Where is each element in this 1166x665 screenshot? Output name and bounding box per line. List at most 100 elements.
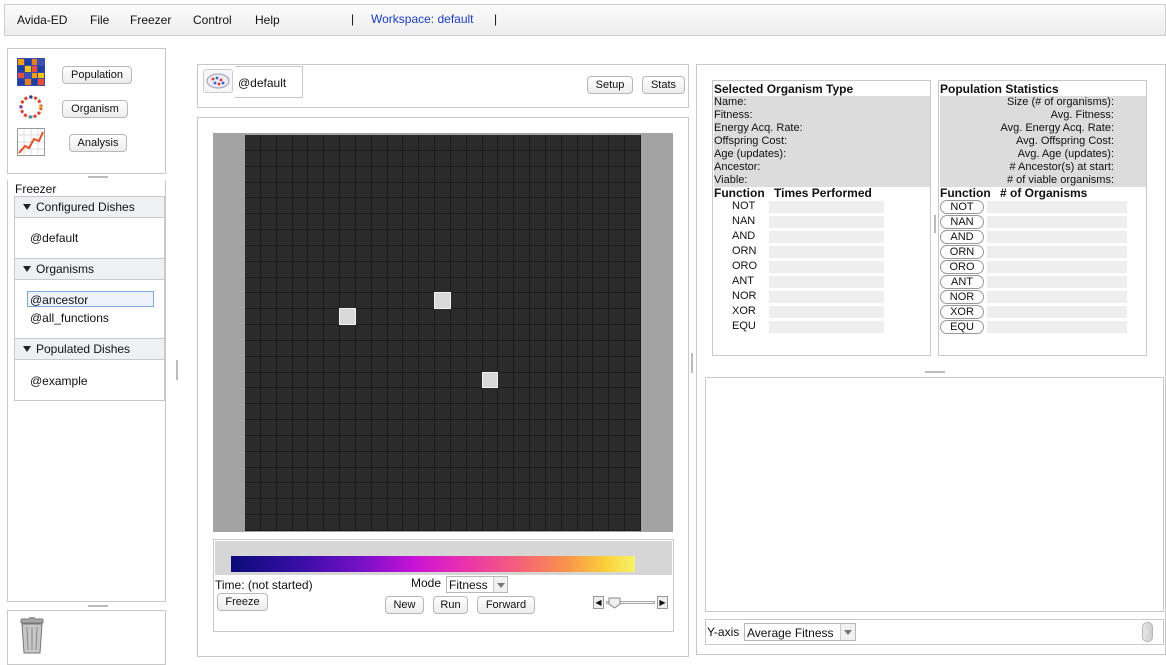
grid-cell[interactable] <box>308 277 324 293</box>
grid-cell[interactable] <box>371 135 387 150</box>
setup-button[interactable]: Setup <box>587 76 633 94</box>
grid-cell[interactable] <box>260 293 276 309</box>
grid-cell[interactable] <box>308 404 324 420</box>
grid-cell[interactable] <box>387 309 403 325</box>
grid-cell[interactable] <box>577 135 593 150</box>
grid-cell[interactable] <box>498 135 514 150</box>
grid-cell[interactable] <box>340 340 355 356</box>
grid-cell[interactable] <box>245 150 260 166</box>
menu-avida-ed[interactable]: Avida-ED <box>17 13 67 27</box>
grid-cell[interactable] <box>498 420 514 435</box>
grid-cell[interactable] <box>276 467 292 483</box>
grid-cell[interactable] <box>435 404 450 420</box>
graph-splitter-handle[interactable] <box>925 371 945 373</box>
grid-cell[interactable] <box>371 309 387 325</box>
grid-cell[interactable] <box>308 372 324 388</box>
grid-cell[interactable] <box>245 451 260 467</box>
grid-cell[interactable] <box>260 388 276 404</box>
grid-cell[interactable] <box>545 467 561 483</box>
grid-cell[interactable] <box>466 515 482 530</box>
grid-cell[interactable] <box>419 420 435 435</box>
grid-cell[interactable] <box>276 499 292 515</box>
grid-cell[interactable] <box>530 515 545 530</box>
grid-cell[interactable] <box>435 451 450 467</box>
grid-cell[interactable] <box>561 467 577 483</box>
grid-cell[interactable] <box>545 325 561 340</box>
grid-cell[interactable] <box>482 198 498 214</box>
grid-cell[interactable] <box>260 515 276 530</box>
grid-cell[interactable] <box>498 277 514 293</box>
grid-cell[interactable] <box>593 356 609 372</box>
function-toggle-button[interactable]: NOR <box>940 290 984 304</box>
nav-splitter-handle[interactable] <box>88 176 108 178</box>
grid-cell[interactable] <box>260 356 276 372</box>
grid-cell[interactable] <box>514 309 530 325</box>
grid-cell[interactable] <box>561 261 577 277</box>
grid-cell[interactable] <box>466 277 482 293</box>
grid-cell[interactable] <box>482 356 498 372</box>
grid-cell[interactable] <box>419 372 435 388</box>
grid-cell[interactable] <box>403 309 419 325</box>
grid-cell[interactable] <box>561 420 577 435</box>
grid-cell[interactable] <box>450 166 466 182</box>
grid-cell[interactable] <box>387 404 403 420</box>
grid-cell[interactable] <box>482 230 498 245</box>
grid-cell[interactable] <box>308 150 324 166</box>
grid-cell[interactable] <box>545 420 561 435</box>
grid-cell[interactable] <box>609 293 625 309</box>
grid-cell[interactable] <box>340 372 355 388</box>
grid-cell[interactable] <box>482 277 498 293</box>
new-button[interactable]: New <box>385 596 424 614</box>
grid-cell[interactable] <box>419 293 435 309</box>
slider-thumb[interactable] <box>608 597 621 609</box>
grid-cell[interactable] <box>609 483 625 499</box>
grid-cell[interactable] <box>498 499 514 515</box>
grid-cell[interactable] <box>292 404 308 420</box>
grid-cell[interactable] <box>450 309 466 325</box>
grid-cell[interactable] <box>498 230 514 245</box>
grid-cell[interactable] <box>260 166 276 182</box>
grid-cell[interactable] <box>466 483 482 499</box>
grid-cell[interactable] <box>387 277 403 293</box>
grid-cell[interactable] <box>308 356 324 372</box>
grid-cell[interactable] <box>530 150 545 166</box>
grid-cell[interactable] <box>593 198 609 214</box>
grid-cell[interactable] <box>340 483 355 499</box>
grid-cell[interactable] <box>435 356 450 372</box>
grid-cell[interactable] <box>403 230 419 245</box>
grid-cell[interactable] <box>355 435 371 451</box>
grid-cell[interactable] <box>450 293 466 309</box>
freezer-item-default[interactable]: @default <box>30 231 78 245</box>
grid-cell[interactable] <box>340 388 355 404</box>
grid-cell[interactable] <box>498 483 514 499</box>
grid-cell[interactable] <box>371 182 387 198</box>
grid-cell[interactable] <box>625 435 640 451</box>
menu-freezer[interactable]: Freezer <box>130 13 171 27</box>
grid-cell[interactable] <box>371 245 387 261</box>
grid-cell[interactable] <box>545 150 561 166</box>
grid-cell[interactable] <box>577 245 593 261</box>
grid-cell[interactable] <box>308 451 324 467</box>
grid-cell[interactable] <box>245 261 260 277</box>
grid-cell[interactable] <box>530 245 545 261</box>
grid-cell[interactable] <box>403 277 419 293</box>
grid-cell[interactable] <box>609 245 625 261</box>
grid-cell[interactable] <box>609 135 625 150</box>
grid-cell[interactable] <box>276 182 292 198</box>
grid-cell[interactable] <box>340 198 355 214</box>
grid-cell[interactable] <box>609 420 625 435</box>
grid-cell[interactable] <box>514 515 530 530</box>
grid-cell[interactable] <box>450 135 466 150</box>
grid-cell[interactable] <box>419 325 435 340</box>
grid-cell[interactable] <box>371 515 387 530</box>
grid-cell[interactable] <box>245 309 260 325</box>
grid-cell[interactable] <box>514 182 530 198</box>
grid-cell[interactable] <box>403 166 419 182</box>
grid-cell[interactable] <box>435 309 450 325</box>
grid-cell[interactable] <box>466 388 482 404</box>
grid-cell[interactable] <box>625 214 640 230</box>
grid-cell[interactable] <box>355 404 371 420</box>
grid-cell[interactable] <box>292 515 308 530</box>
grid-cell[interactable] <box>340 166 355 182</box>
grid-cell[interactable] <box>545 356 561 372</box>
